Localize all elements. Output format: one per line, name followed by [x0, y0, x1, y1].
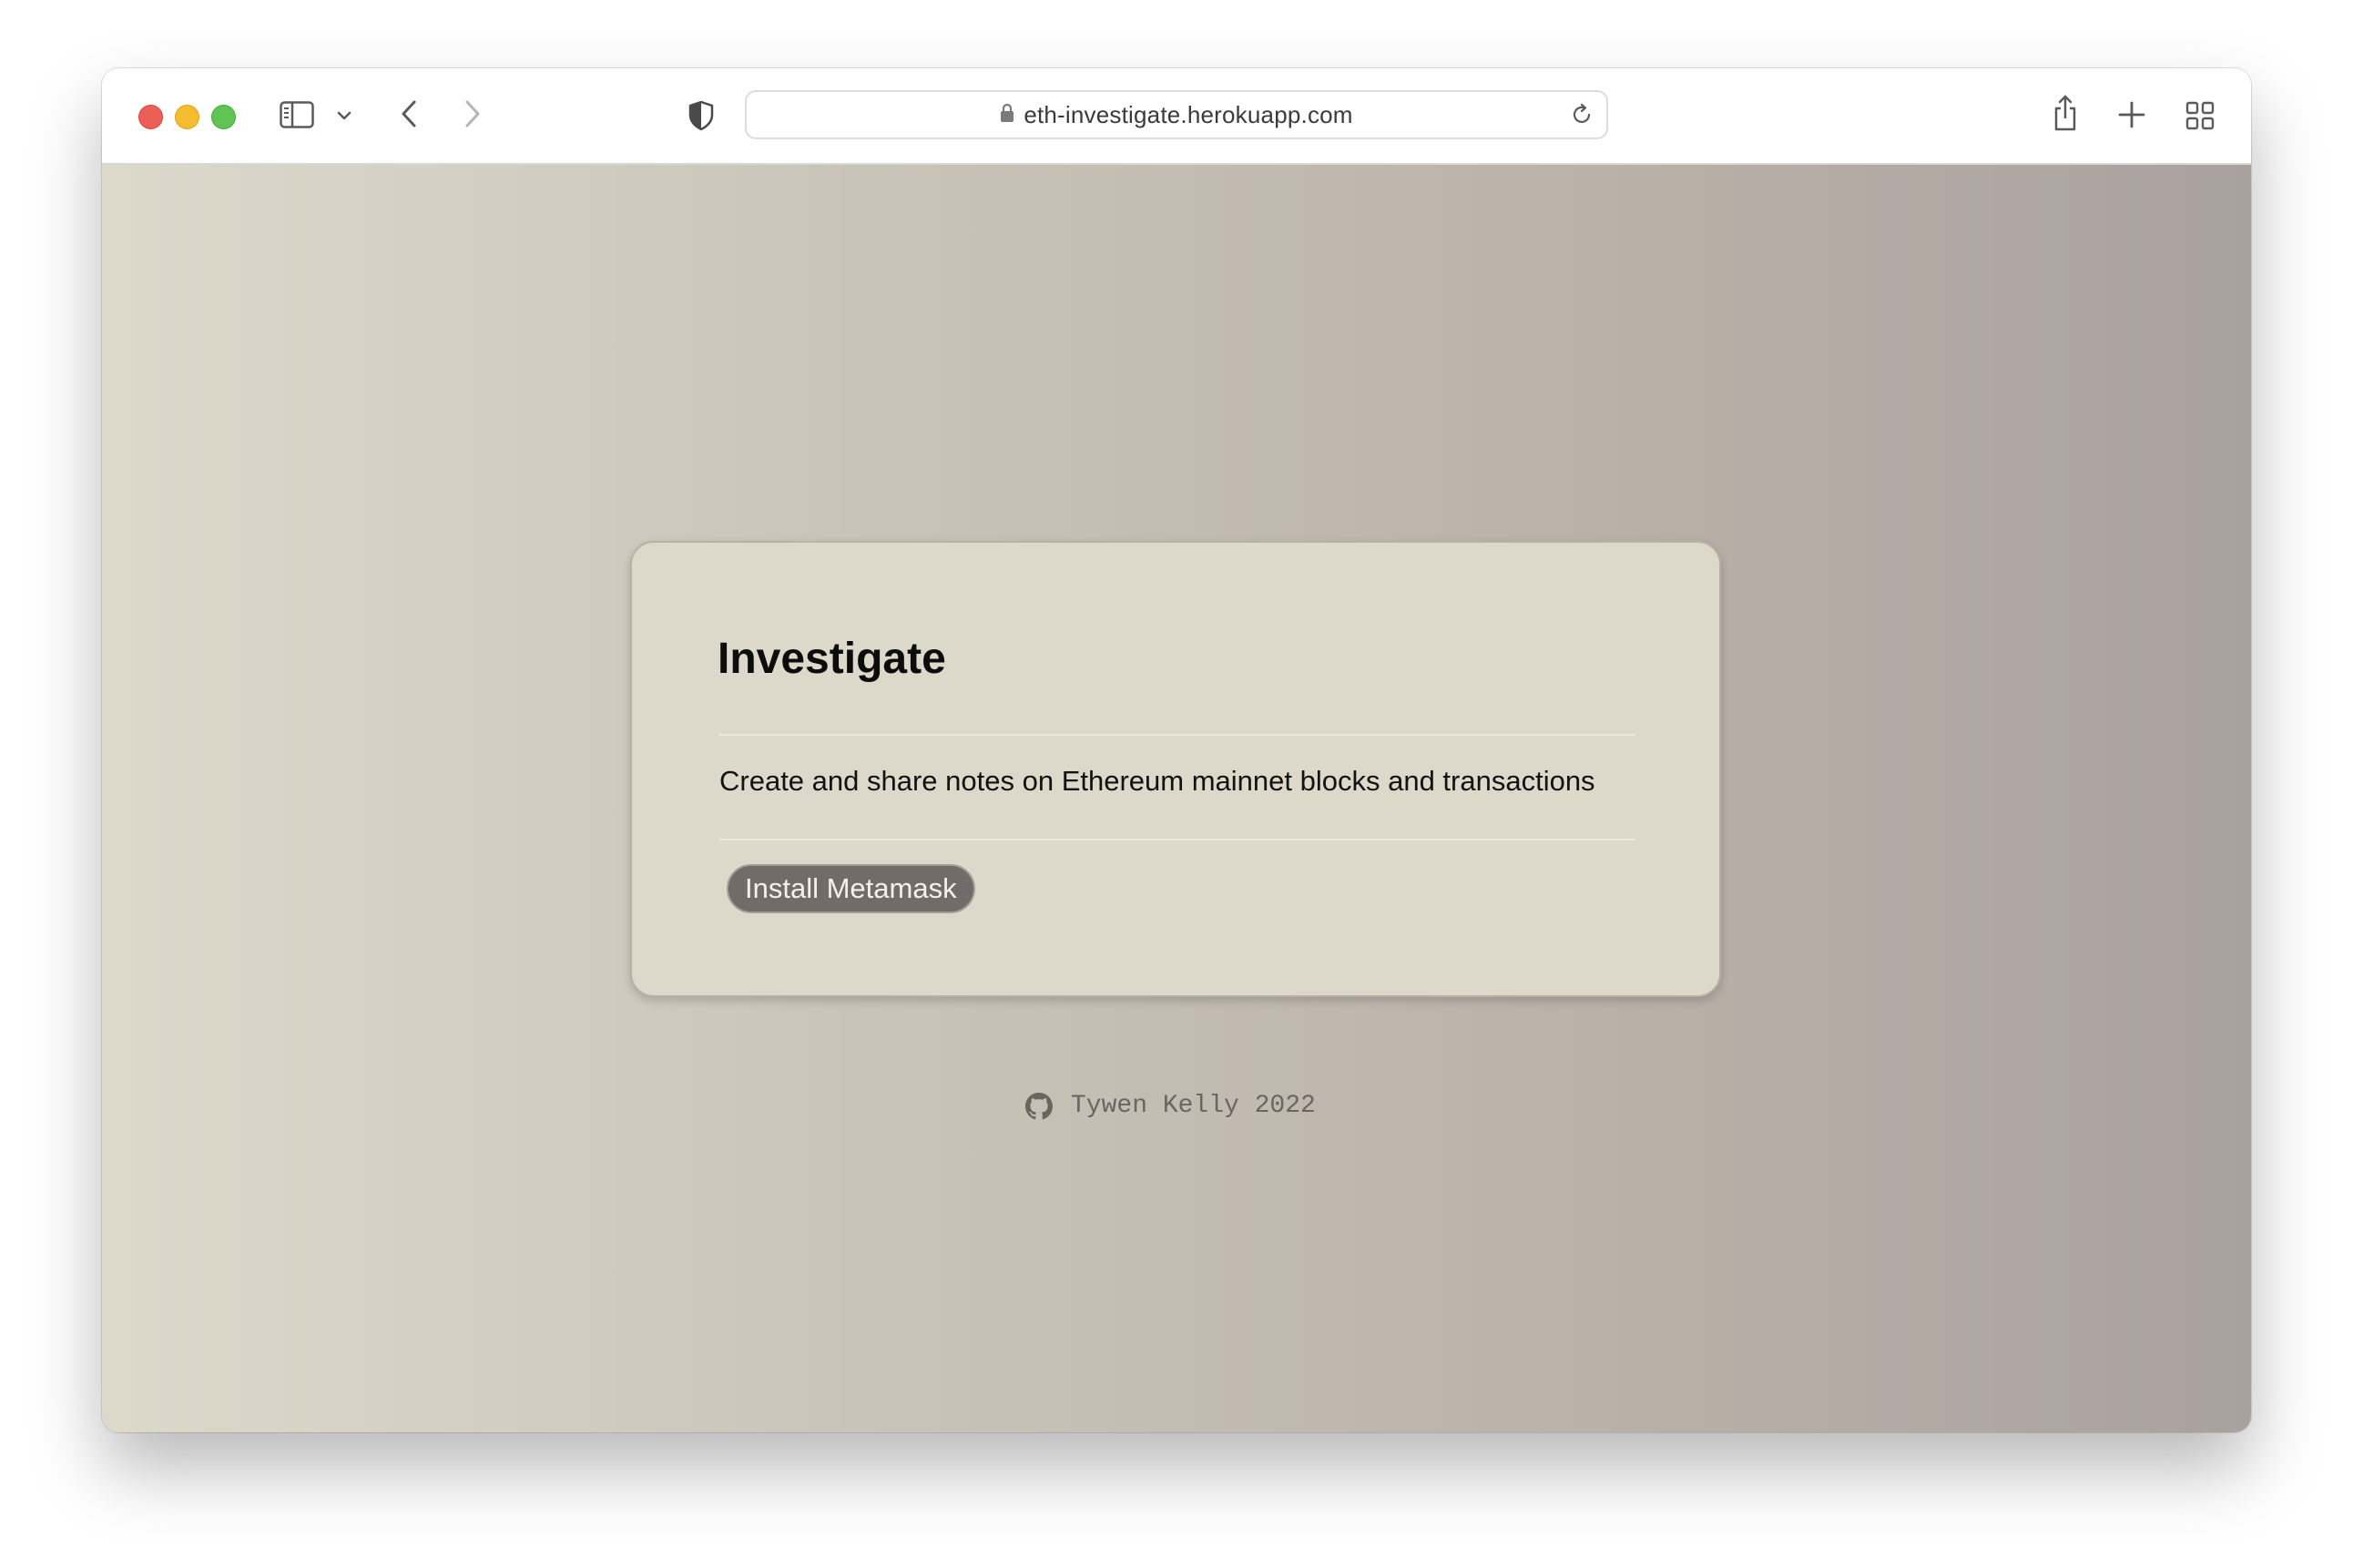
minimize-window-button[interactable]: [175, 105, 199, 129]
lock-icon: [1000, 101, 1014, 129]
address-bar-content: eth-investigate.herokuapp.com: [747, 92, 1606, 137]
divider-bottom: [719, 839, 1635, 840]
shield-icon[interactable]: [685, 99, 718, 132]
close-window-button[interactable]: [138, 105, 163, 129]
divider-top: [719, 734, 1635, 736]
chevron-down-icon[interactable]: [335, 107, 353, 125]
footer-credit: Tywen Kelly 2022: [1071, 1092, 1316, 1120]
browser-toolbar: eth-investigate.herokuapp.com: [102, 68, 2251, 165]
url-text: eth-investigate.herokuapp.com: [1024, 100, 1353, 128]
plus-icon[interactable]: [2116, 99, 2147, 130]
browser-window: eth-investigate.herokuapp.com Investigat…: [102, 68, 2251, 1432]
intro-card: Investigate Create and share notes on Et…: [630, 541, 1721, 997]
back-icon[interactable]: [395, 97, 423, 130]
sidebar-icon[interactable]: [279, 99, 315, 130]
footer: Tywen Kelly 2022: [1025, 1092, 1316, 1120]
maximize-window-button[interactable]: [211, 105, 236, 129]
page-description: Create and share notes on Ethereum mainn…: [719, 765, 1595, 797]
share-icon[interactable]: [2049, 92, 2082, 134]
grid-icon[interactable]: [2184, 99, 2216, 132]
github-icon[interactable]: [1025, 1092, 1053, 1120]
install-metamask-button[interactable]: Install Metamask: [727, 864, 975, 913]
reload-icon[interactable]: [1570, 103, 1594, 131]
forward-icon[interactable]: [459, 97, 486, 130]
page-title: Investigate: [718, 635, 946, 683]
page-content: Investigate Create and share notes on Et…: [102, 165, 2251, 1432]
address-bar[interactable]: eth-investigate.herokuapp.com: [745, 90, 1608, 139]
